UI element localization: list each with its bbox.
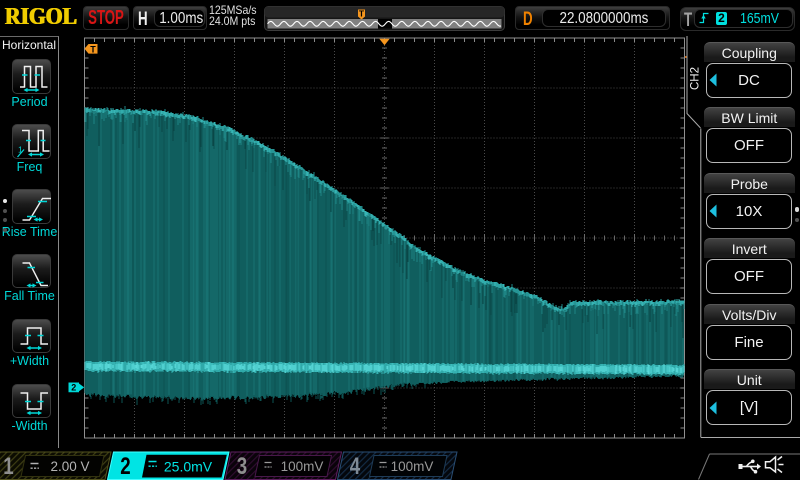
- svg-text:2: 2: [71, 383, 76, 393]
- svg-text:2.00 V: 2.00 V: [50, 459, 89, 474]
- svg-text:2: 2: [120, 453, 130, 480]
- svg-text:100mV: 100mV: [281, 459, 324, 474]
- svg-text:100mV: 100mV: [391, 459, 434, 474]
- svg-text:4: 4: [350, 453, 360, 480]
- svg-text:1: 1: [3, 453, 13, 480]
- svg-text:T: T: [90, 44, 96, 54]
- svg-text:T: T: [359, 8, 365, 18]
- svg-text:25.0mV: 25.0mV: [164, 459, 213, 475]
- svg-text:3: 3: [237, 453, 247, 480]
